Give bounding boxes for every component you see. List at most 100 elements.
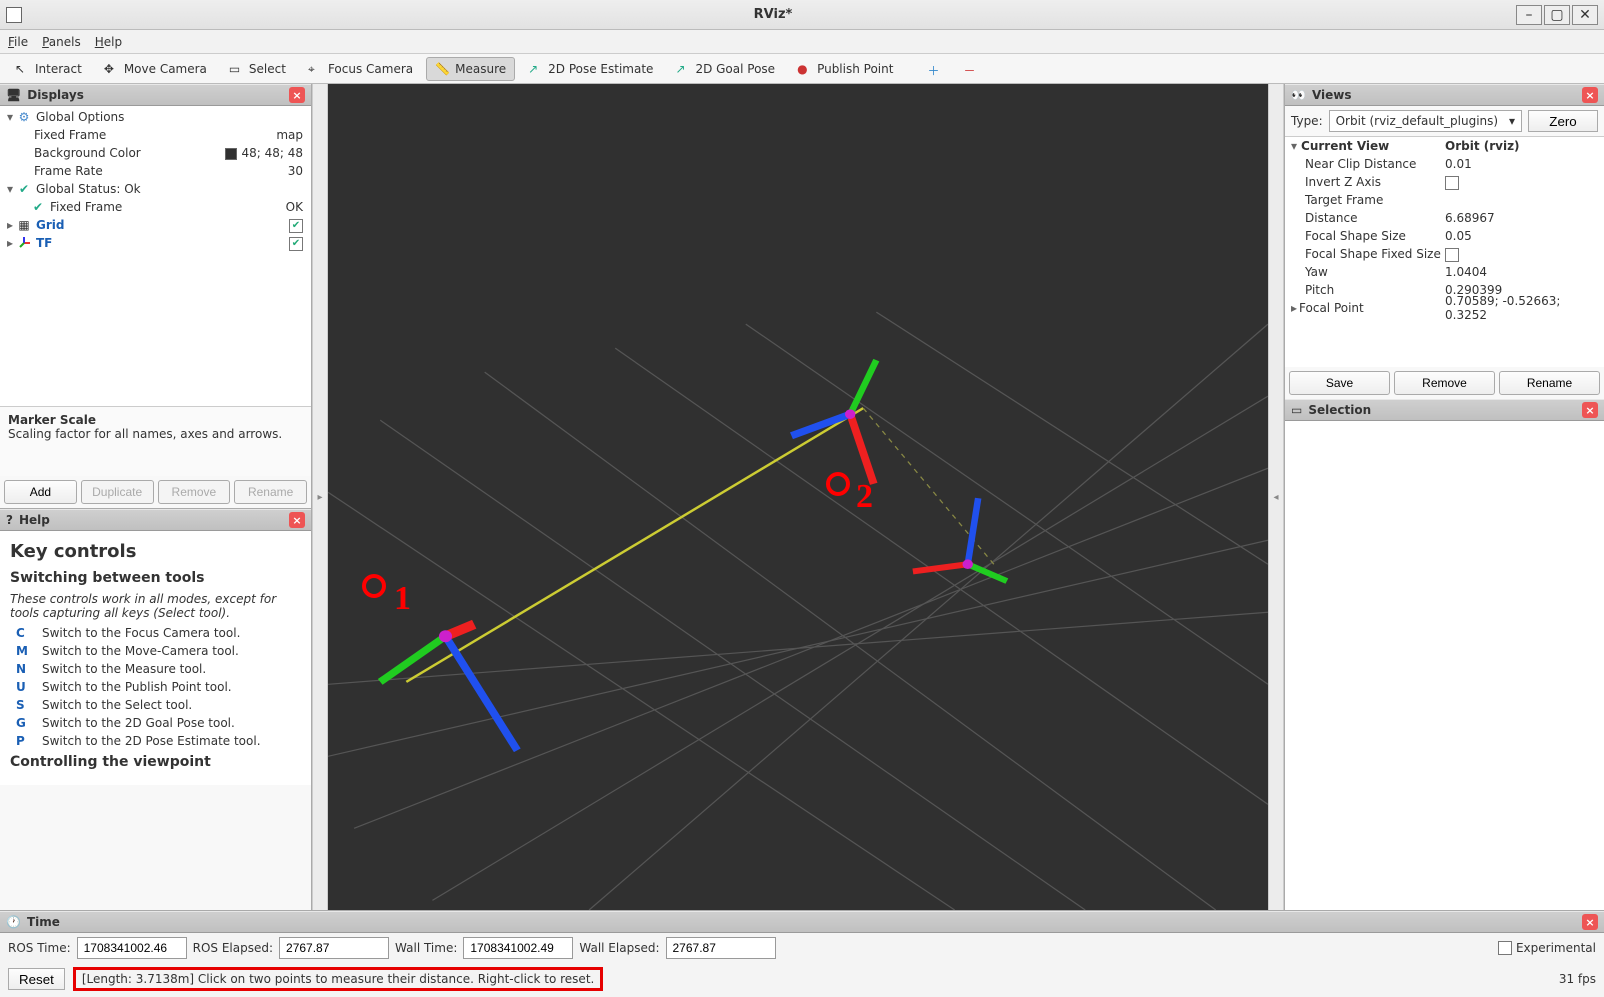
help-key-row: SSwitch to the Select tool. [16, 698, 301, 712]
prop-key: Yaw [1285, 265, 1445, 279]
views-prop-row[interactable]: Target Frame [1285, 191, 1604, 209]
menu-panels[interactable]: Panels [42, 35, 81, 49]
views-property-tree[interactable]: ▾Current ViewOrbit (rviz) Near Clip Dist… [1285, 137, 1604, 317]
help-close-button[interactable]: × [289, 512, 305, 528]
prop-checkbox[interactable]: ✔ [1445, 176, 1459, 190]
menu-help[interactable]: Help [95, 35, 122, 49]
help-panel-title: Help [19, 513, 50, 527]
help-body[interactable]: Key controls Switching between tools The… [0, 531, 311, 785]
grid-checkbox[interactable]: ✔ [289, 219, 303, 233]
toolbar-remove-icon[interactable]: － [954, 57, 986, 81]
views-prop-row[interactable]: Yaw1.0404 [1285, 263, 1604, 281]
rename-button: Rename [234, 480, 307, 504]
tool-interact[interactable]: ↖Interact [6, 57, 91, 81]
toolbar-add-icon[interactable]: ＋ [918, 57, 950, 81]
views-panel-header[interactable]: 👀 Views × [1285, 84, 1604, 106]
views-remove-button[interactable]: Remove [1394, 371, 1495, 395]
arrow-green2-icon: ↗ [675, 62, 689, 76]
tree-frame-rate-label[interactable]: Frame Rate [30, 164, 103, 178]
views-save-button[interactable]: Save [1289, 371, 1390, 395]
tree-fixed-frame-value[interactable]: map [276, 128, 307, 142]
eyes-icon: 👀 [1291, 88, 1306, 102]
ros-time-input[interactable] [77, 937, 187, 959]
help-key-row: USwitch to the Publish Point tool. [16, 680, 301, 694]
help-key-row: CSwitch to the Focus Camera tool. [16, 626, 301, 640]
right-collapse-handle[interactable]: ◂ [1268, 84, 1284, 910]
add-button[interactable]: Add [4, 480, 77, 504]
tree-frame-rate-value[interactable]: 30 [288, 164, 307, 178]
tool-measure[interactable]: 📏Measure [426, 57, 515, 81]
tool-move-camera[interactable]: ✥Move Camera [95, 57, 216, 81]
gear-icon: ⚙ [16, 110, 32, 124]
tree-ff-status-label[interactable]: Fixed Frame [46, 200, 122, 214]
views-type-value: Orbit (rviz_default_plugins) [1336, 114, 1498, 128]
tree-fixed-frame-label[interactable]: Fixed Frame [30, 128, 106, 142]
prop-value[interactable]: 6.68967 [1445, 211, 1604, 225]
tree-tf[interactable]: TF [32, 236, 52, 250]
annotation-point-1 [362, 574, 386, 598]
help-note: These controls work in all modes, except… [10, 592, 301, 620]
views-prop-row[interactable]: Focal Shape Fixed Size✔ [1285, 245, 1604, 263]
wall-elapsed-label: Wall Elapsed: [579, 941, 659, 955]
prop-checkbox[interactable]: ✔ [1445, 248, 1459, 262]
prop-value[interactable]: 0.05 [1445, 229, 1604, 243]
minus-icon: － [963, 62, 977, 76]
ros-elapsed-label: ROS Elapsed: [193, 941, 273, 955]
reset-button[interactable]: Reset [8, 968, 65, 990]
window-maximize-button[interactable]: ▢ [1544, 5, 1570, 25]
prop-value[interactable]: ✔ [1445, 174, 1604, 190]
prop-value[interactable]: 1.0404 [1445, 265, 1604, 279]
window-minimize-button[interactable]: – [1516, 5, 1542, 25]
wall-time-input[interactable] [463, 937, 573, 959]
ruler-icon: 📏 [435, 62, 449, 76]
prop-key: Focal Shape Size [1285, 229, 1445, 243]
views-type-combo[interactable]: Orbit (rviz_default_plugins)▾ [1329, 110, 1522, 132]
time-close-button[interactable]: × [1582, 914, 1598, 930]
views-close-button[interactable]: × [1582, 87, 1598, 103]
tool-focus-camera[interactable]: ⌖Focus Camera [299, 57, 422, 81]
views-prop-row[interactable]: Distance6.68967 [1285, 209, 1604, 227]
tree-global-options[interactable]: Global Options [32, 110, 124, 124]
tool-select[interactable]: ▭Select [220, 57, 295, 81]
prop-value[interactable]: 0.01 [1445, 157, 1604, 171]
ros-elapsed-input[interactable] [279, 937, 389, 959]
wall-time-label: Wall Time: [395, 941, 457, 955]
views-prop-row[interactable]: Invert Z Axis✔ [1285, 173, 1604, 191]
selection-panel-header[interactable]: ▭ Selection × [1285, 399, 1604, 421]
displays-tree[interactable]: ▾⚙Global Options Fixed Framemap Backgrou… [0, 106, 311, 254]
views-prop-row[interactable]: Focal Shape Size0.05 [1285, 227, 1604, 245]
clock-icon: 🕐 [6, 915, 21, 929]
experimental-checkbox[interactable]: ✔ [1498, 941, 1512, 955]
prop-value[interactable]: ✔ [1445, 246, 1604, 262]
render-viewport[interactable]: 1 2 [328, 84, 1268, 910]
tool-publish-point[interactable]: ●Publish Point [788, 57, 902, 81]
help-key-row: MSwitch to the Move-Camera tool. [16, 644, 301, 658]
tree-global-status[interactable]: Global Status: Ok [32, 182, 141, 196]
views-prop-row[interactable]: Near Clip Distance0.01 [1285, 155, 1604, 173]
monitor-icon: 🖥 [6, 88, 21, 102]
help-panel-header[interactable]: ? Help × [0, 509, 311, 531]
time-panel-header[interactable]: 🕐 Time × [0, 911, 1604, 933]
displays-panel-header[interactable]: 🖥 Displays × [0, 84, 311, 106]
help-key-row: NSwitch to the Measure tool. [16, 662, 301, 676]
tool-2d-goal-pose[interactable]: ↗2D Goal Pose [666, 57, 784, 81]
views-prop-row[interactable]: ▸Focal Point0.70589; -0.52663; 0.3252 [1285, 299, 1604, 317]
selection-body [1285, 421, 1604, 910]
tool-2d-pose-estimate[interactable]: ↗2D Pose Estimate [519, 57, 662, 81]
tf-checkbox[interactable]: ✔ [289, 237, 303, 251]
menu-file[interactable]: File [8, 35, 28, 49]
tree-grid[interactable]: Grid [32, 218, 64, 232]
selection-close-button[interactable]: × [1582, 402, 1598, 418]
displays-close-button[interactable]: × [289, 87, 305, 103]
prop-key: Pitch [1285, 283, 1445, 297]
wall-elapsed-input[interactable] [666, 937, 776, 959]
views-current-view-label[interactable]: Current View [1301, 139, 1389, 153]
views-rename-button[interactable]: Rename [1499, 371, 1600, 395]
prop-value[interactable]: 0.70589; -0.52663; 0.3252 [1445, 294, 1604, 322]
tree-bg-color-value[interactable]: 48; 48; 48 [225, 146, 307, 160]
tree-bg-color-label[interactable]: Background Color [30, 146, 141, 160]
views-zero-button[interactable]: Zero [1528, 110, 1598, 132]
left-collapse-handle[interactable]: ▸ [312, 84, 328, 910]
window-close-button[interactable]: ✕ [1572, 5, 1598, 25]
move-icon: ✥ [104, 62, 118, 76]
